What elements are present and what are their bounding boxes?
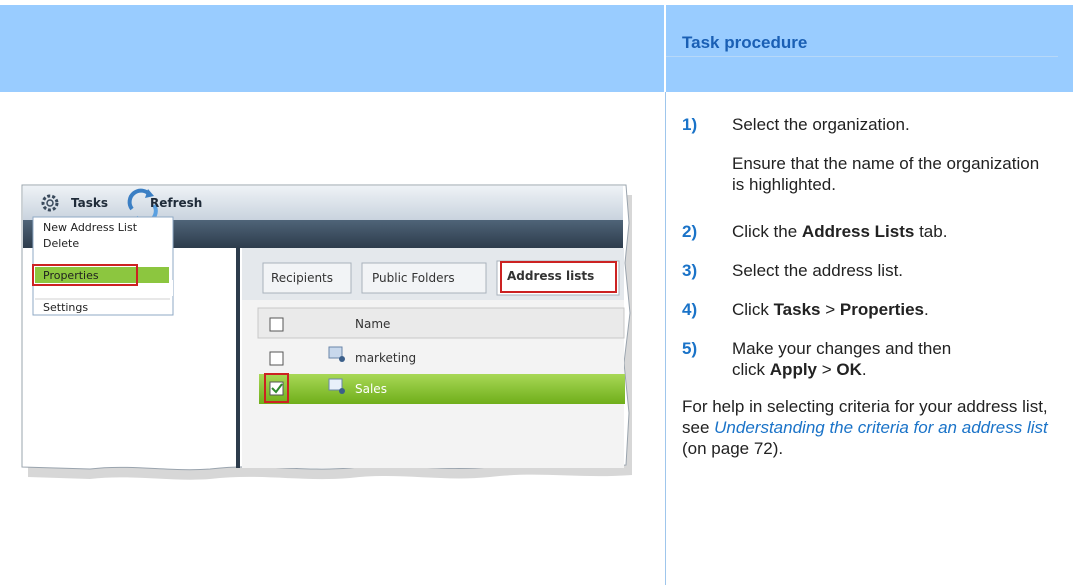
step-number: 3)	[682, 261, 698, 280]
tasks-button[interactable]: Tasks	[71, 196, 108, 210]
help-link[interactable]: Understanding the criteria for an addres…	[714, 418, 1048, 437]
menu-item-new-address-list[interactable]: New Address List	[43, 221, 137, 234]
tab-public-folders[interactable]: Public Folders	[372, 271, 455, 285]
step-note: Ensure that the name of the organization…	[732, 154, 1040, 194]
step-text: Select the address list.	[732, 261, 904, 280]
column-header-name[interactable]: Name	[355, 317, 390, 331]
step-number: 4)	[682, 300, 698, 319]
step-text: Make your changes and then click Apply > …	[732, 339, 952, 379]
header-band-left	[0, 5, 664, 92]
tab-recipients[interactable]: Recipients	[271, 271, 333, 285]
list-item[interactable]: marketing	[355, 351, 416, 365]
menu-item-delete[interactable]: Delete	[43, 237, 79, 250]
column-divider	[665, 92, 666, 585]
list-item-selected[interactable]: Sales	[355, 382, 387, 396]
section-title: Task procedure	[682, 33, 808, 52]
tab-address-lists[interactable]: Address lists	[507, 269, 594, 283]
step-text: Click Tasks > Properties.	[732, 300, 929, 319]
menu-item-properties[interactable]: Properties	[43, 269, 99, 282]
header-rule	[666, 56, 1058, 57]
step-number: 2)	[682, 222, 698, 241]
step-number: 5)	[682, 339, 698, 358]
step-number: 1)	[682, 115, 698, 134]
menu-item-settings[interactable]: Settings	[43, 301, 88, 314]
step-text: Select the organization.	[732, 115, 910, 134]
help-text: For help in selecting criteria for your …	[682, 397, 1048, 458]
refresh-button[interactable]: Refresh	[150, 196, 202, 210]
screenshot-illustration: Tasks Refresh New Address List Delete Pr…	[20, 183, 640, 480]
step-text: Click the Address Lists tab.	[732, 222, 948, 241]
